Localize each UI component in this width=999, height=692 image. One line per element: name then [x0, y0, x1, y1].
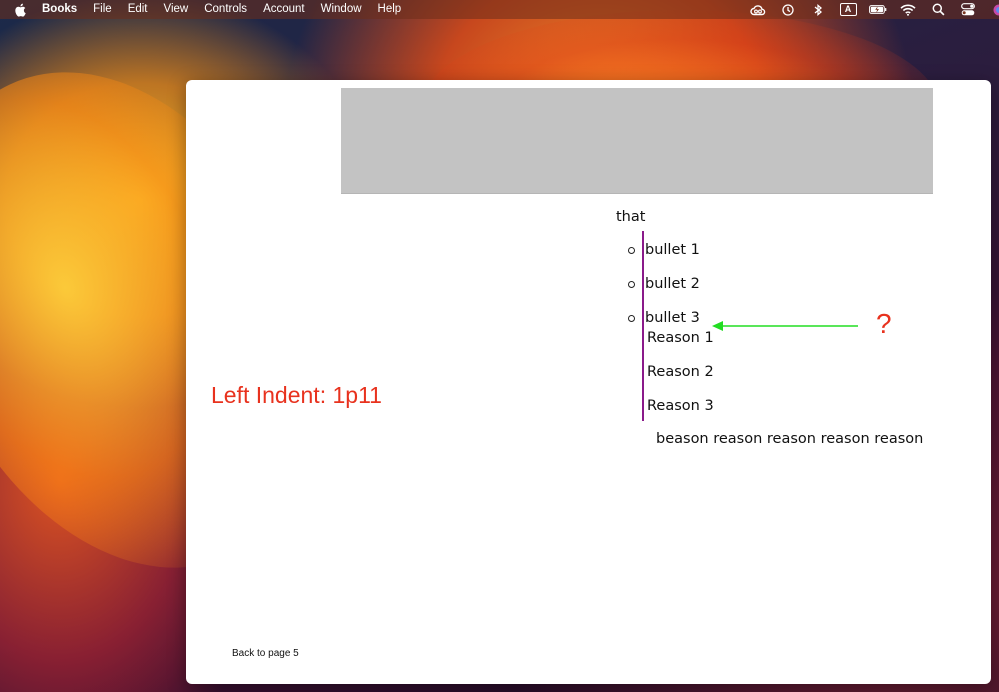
menu-help[interactable]: Help [370, 0, 410, 19]
indent-guide-line [642, 231, 644, 421]
menu-controls[interactable]: Controls [196, 0, 255, 19]
apple-logo-icon[interactable] [14, 3, 28, 17]
list-item: bullet 2 [628, 276, 700, 292]
back-to-page-link[interactable]: Back to page 5 [232, 648, 299, 659]
menu-window[interactable]: Window [313, 0, 370, 19]
control-center-icon[interactable] [959, 3, 977, 17]
reason-line: Reason 1 [647, 330, 714, 346]
spotlight-icon[interactable] [929, 3, 947, 17]
bluetooth-icon[interactable] [809, 3, 827, 17]
menu-account[interactable]: Account [255, 0, 313, 19]
reason-line: Reason 3 [647, 398, 714, 414]
bullet-label: bullet 2 [645, 276, 700, 292]
list-item: bullet 3 [628, 310, 700, 326]
input-source-icon[interactable]: A [839, 3, 857, 17]
menu-view[interactable]: View [156, 0, 197, 19]
menu-bar: Books File Edit View Controls Account Wi… [0, 0, 999, 19]
time-machine-icon[interactable] [779, 3, 797, 17]
reason-line: Reason 2 [647, 364, 714, 380]
bullet-circle-icon [628, 280, 635, 288]
indent-annotation-label: Left Indent: 1p11 [211, 382, 382, 408]
bullet-label: bullet 3 [645, 310, 700, 326]
bullet-circle-icon [628, 246, 635, 254]
siri-icon[interactable] [989, 3, 999, 17]
menu-file[interactable]: File [85, 0, 120, 19]
menu-app-books[interactable]: Books [42, 0, 85, 19]
wifi-icon[interactable] [899, 3, 917, 17]
question-mark-annotation: ? [876, 308, 892, 339]
arrow-annotation-icon [712, 321, 858, 331]
battery-icon[interactable] [869, 3, 887, 17]
book-page-window: that bullet 1 bullet 2 bullet 3 Reason 1… [186, 80, 991, 684]
image-placeholder [341, 88, 933, 194]
creative-cloud-icon[interactable] [749, 3, 767, 17]
menu-edit[interactable]: Edit [120, 0, 156, 19]
bullet-label: bullet 1 [645, 242, 700, 258]
input-source-label: A [839, 3, 857, 16]
list-item: bullet 1 [628, 242, 700, 258]
bullet-circle-icon [628, 314, 635, 322]
paragraph-text: that [616, 209, 646, 225]
paragraph-text: beason reason reason reason reason [656, 431, 924, 447]
